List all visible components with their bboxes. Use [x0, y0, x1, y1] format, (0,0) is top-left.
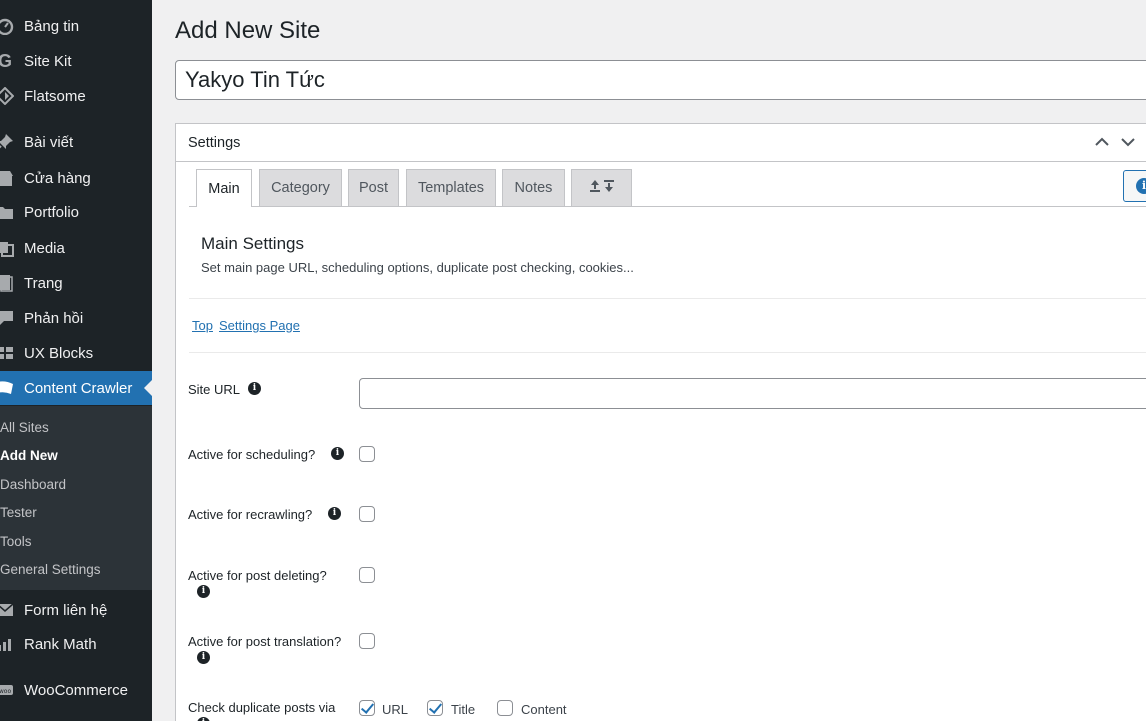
post-deleting-label: Active for post deleting?: [188, 568, 327, 583]
blocks-icon: [0, 343, 16, 363]
sidebar-item-media[interactable]: Media: [0, 231, 152, 265]
mail-icon: [0, 600, 16, 620]
sidebar-item-label: Portfolio: [24, 203, 80, 221]
chevron-up-icon[interactable]: [1092, 132, 1112, 152]
submenu-item-all-sites[interactable]: All Sites: [0, 420, 49, 435]
info-icon: i: [1136, 178, 1146, 194]
sidebar-item-rank-math[interactable]: Rank Math: [0, 627, 152, 661]
site-url-label: Site URL: [188, 382, 241, 397]
duplicate-check-label: Check duplicate posts via: [188, 700, 336, 715]
dashboard-icon: [0, 16, 16, 36]
sidebar-item-label: WooCommerce: [24, 681, 128, 699]
tab-category[interactable]: Category: [259, 169, 342, 206]
duplicate-title-label: Title: [451, 702, 476, 717]
info-button[interactable]: i: [1123, 170, 1146, 202]
comment-icon: [0, 308, 16, 328]
chart-icon: [0, 634, 16, 654]
info-icon[interactable]: i: [197, 585, 210, 598]
site-title-input[interactable]: [175, 60, 1146, 100]
info-icon[interactable]: i: [197, 717, 210, 721]
svg-text:woo: woo: [0, 688, 11, 695]
divider: [189, 298, 1146, 299]
sidebar-item-label: Flatsome: [24, 87, 86, 105]
recrawling-checkbox[interactable]: [359, 506, 375, 522]
duplicate-title-checkbox[interactable]: [427, 700, 443, 716]
crawler-icon: [0, 378, 16, 398]
section-title: Main Settings: [201, 234, 304, 253]
post-translation-label: Active for post translation?: [188, 634, 342, 649]
settings-page-link[interactable]: Settings Page: [219, 318, 300, 333]
sidebar-item-label: Content Crawler: [24, 379, 133, 397]
sidebar-item-dashboard[interactable]: Bảng tin: [0, 9, 152, 43]
sidebar-item-pages[interactable]: Trang: [0, 266, 152, 300]
page-icon: [0, 273, 16, 293]
section-description: Set main page URL, scheduling options, d…: [201, 260, 634, 275]
sidebar-item-label: Bài viết: [24, 133, 74, 151]
tab-notes[interactable]: Notes: [502, 169, 565, 206]
duplicate-url-checkbox[interactable]: [359, 700, 375, 716]
sidebar-item-store[interactable]: Cửa hàng: [0, 161, 152, 195]
metabox-header: Settings: [176, 124, 1146, 162]
metabox-title: Settings: [188, 135, 241, 151]
info-icon[interactable]: i: [331, 447, 344, 460]
submenu-item-tools[interactable]: Tools: [0, 534, 32, 549]
flatsome-icon: [0, 86, 16, 106]
sidebar-item-flatsome[interactable]: Flatsome: [0, 79, 152, 113]
sidebar-item-label: Bảng tin: [24, 17, 80, 35]
sidebar-item-portfolio[interactable]: Portfolio: [0, 195, 152, 229]
submenu-item-dashboard[interactable]: Dashboard: [0, 477, 66, 492]
store-icon: [0, 168, 16, 188]
info-icon[interactable]: i: [197, 651, 210, 664]
sidebar-item-label: Form liên hệ: [24, 601, 108, 619]
sidebar-item-label: Media: [24, 239, 65, 257]
sidebar-item-label: Cửa hàng: [24, 169, 91, 187]
duplicate-content-label: Content: [521, 702, 567, 717]
sidebar-item-ux-blocks[interactable]: UX Blocks: [0, 336, 152, 370]
scheduling-checkbox[interactable]: [359, 446, 375, 462]
sidebar-item-content-crawler[interactable]: Content Crawler: [0, 371, 152, 405]
submenu-item-tester[interactable]: Tester: [0, 505, 37, 520]
tab-import-export[interactable]: [571, 169, 632, 206]
sidebar-item-comments[interactable]: Phản hồi: [0, 301, 152, 335]
sidebar-item-site-kit[interactable]: G Site Kit: [0, 44, 152, 78]
sidebar-item-contact-form[interactable]: Form liên hệ: [0, 593, 152, 627]
tab-main[interactable]: Main: [196, 169, 252, 207]
tab-post[interactable]: Post: [348, 169, 399, 206]
post-translation-checkbox[interactable]: [359, 633, 375, 649]
recrawling-label: Active for recrawling?: [188, 507, 313, 522]
post-deleting-checkbox[interactable]: [359, 567, 375, 583]
scheduling-label: Active for scheduling?: [188, 447, 316, 462]
import-export-icon: [587, 178, 617, 198]
tab-templates[interactable]: Templates: [406, 169, 496, 206]
tab-divider: [189, 206, 1146, 207]
settings-metabox: Settings Main Category Post Templates No…: [175, 123, 1146, 721]
chevron-down-icon[interactable]: [1118, 132, 1138, 152]
top-link[interactable]: Top: [192, 318, 213, 333]
submenu-item-general-settings[interactable]: General Settings: [0, 562, 101, 577]
sidebar-item-woocommerce[interactable]: woo WooCommerce: [0, 673, 152, 707]
info-icon[interactable]: i: [248, 382, 261, 395]
site-url-input[interactable]: [359, 378, 1146, 409]
media-icon: [0, 238, 16, 258]
page-title: Add New Site: [175, 17, 321, 44]
folder-icon: [0, 202, 16, 222]
sidebar-item-label: Site Kit: [24, 52, 72, 70]
sidebar-item-label: Trang: [24, 274, 63, 292]
info-icon[interactable]: i: [328, 507, 341, 520]
submenu-item-add-new[interactable]: Add New: [0, 448, 58, 463]
divider: [189, 352, 1146, 353]
sidebar-item-label: Rank Math: [24, 635, 97, 653]
google-g-icon: G: [0, 50, 12, 71]
sidebar-item-label: Phản hồi: [24, 309, 84, 327]
sidebar-item-label: UX Blocks: [24, 344, 94, 362]
duplicate-content-checkbox[interactable]: [497, 700, 513, 716]
pushpin-icon: [0, 132, 16, 152]
admin-sidebar: Bảng tin G Site Kit Flatsome Bài viết Cử…: [0, 0, 152, 721]
submenu: All Sites Add New Dashboard Tester Tools…: [0, 406, 152, 590]
duplicate-url-label: URL: [382, 702, 409, 717]
sidebar-item-posts[interactable]: Bài viết: [0, 125, 152, 159]
woo-icon: woo: [0, 680, 16, 700]
